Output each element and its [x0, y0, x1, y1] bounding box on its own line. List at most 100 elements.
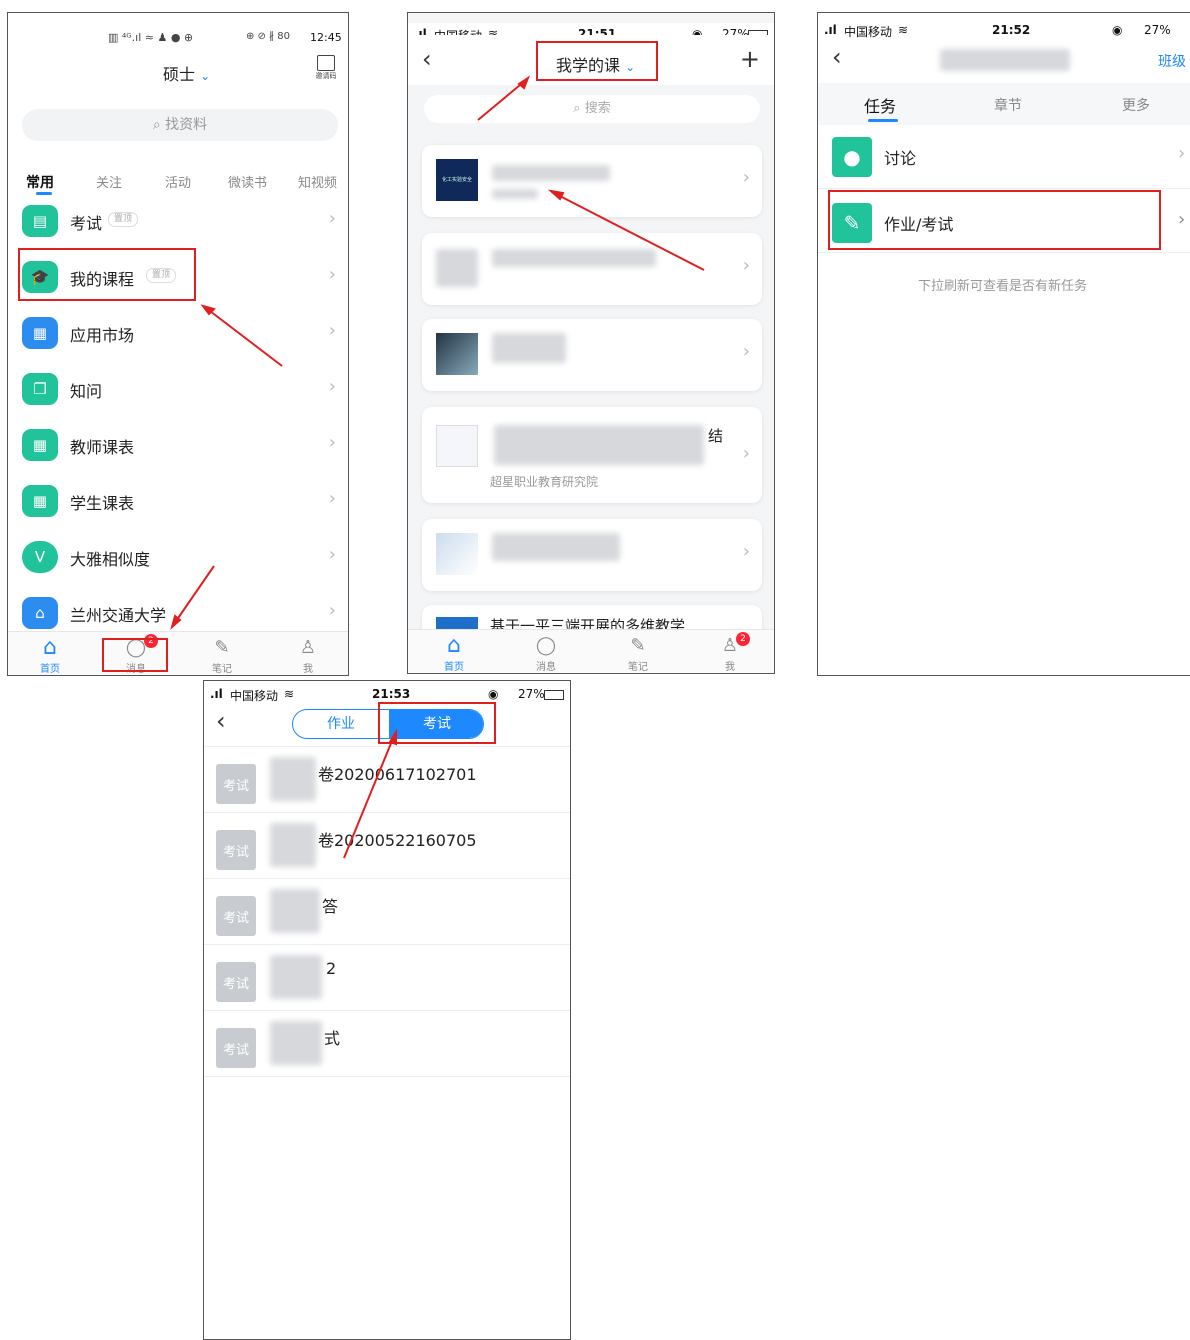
- note-icon: ✎: [214, 636, 230, 658]
- exam-title: 答: [322, 897, 339, 916]
- blurred-exam-name: [270, 823, 316, 867]
- chevron-right-icon: ›: [328, 264, 336, 285]
- battery-percent: 27%: [1144, 23, 1171, 37]
- chevron-right-icon: ›: [328, 544, 336, 565]
- search-placeholder: 搜索: [584, 101, 611, 116]
- tab-home[interactable]: ⌂ 首页: [424, 632, 484, 674]
- similarity-icon: V: [22, 541, 58, 573]
- segment-homework[interactable]: 作业: [293, 710, 389, 738]
- list-item-app-market[interactable]: ▦ 应用市场 ›: [8, 305, 348, 361]
- calendar-icon: ▦: [22, 429, 58, 461]
- list-item-label: 教师课表: [70, 438, 135, 457]
- chevron-right-icon: ›: [742, 443, 750, 464]
- search-icon: ⌕: [152, 117, 161, 133]
- tab-micro-video[interactable]: 知视频: [298, 172, 337, 191]
- person-icon: ♙: [721, 634, 739, 656]
- exam-type-badge: 考试: [216, 764, 256, 804]
- person-icon: ♙: [299, 636, 317, 658]
- tab-label: 笔记: [212, 664, 232, 675]
- tab-chapters[interactable]: 章节: [994, 95, 1022, 115]
- degree-switcher[interactable]: 硕士 ⌄: [163, 61, 210, 85]
- search-input[interactable]: ⌕ 搜索: [424, 95, 760, 123]
- exam-row[interactable]: 考试 答: [204, 879, 570, 945]
- tab-me[interactable]: ♙ 我: [278, 634, 338, 676]
- course-title-fragment: 结: [708, 427, 724, 445]
- blurred-course-teacher: [492, 189, 538, 199]
- home-icon: ⌂: [43, 634, 57, 660]
- list-item-teacher-timetable[interactable]: ▦ 教师课表 ›: [8, 417, 348, 473]
- tab-me[interactable]: ♙ 我 2: [700, 632, 760, 673]
- carrier-name: 中国移动: [230, 689, 279, 703]
- list-item-label: 大雅相似度: [70, 550, 151, 569]
- list-item-label: 知问: [70, 382, 103, 401]
- blurred-course-title: [492, 249, 656, 267]
- back-button[interactable]: ‹: [422, 45, 432, 73]
- exam-type-badge: 考试: [216, 1028, 256, 1068]
- class-link[interactable]: 班级: [1158, 51, 1186, 71]
- course-card[interactable]: 结 超星职业教育研究院 ›: [422, 407, 762, 503]
- exam-type-badge: 考试: [216, 896, 256, 936]
- course-card[interactable]: ›: [422, 233, 762, 305]
- exam-title: 式: [324, 1029, 341, 1048]
- tab-home[interactable]: ⌂ 首页: [20, 634, 80, 676]
- tab-messages[interactable]: ◯ 消息: [516, 632, 576, 674]
- back-button[interactable]: ‹: [216, 707, 226, 735]
- nav-bar: ‹ 班级: [818, 41, 1190, 81]
- thumbnail-text: 化工实验安全: [441, 177, 472, 183]
- back-button[interactable]: ‹: [832, 43, 842, 71]
- course-organization: 超星职业教育研究院: [490, 475, 599, 489]
- course-card[interactable]: 化工实验安全 ›: [422, 145, 762, 217]
- exam-row[interactable]: 考试 式: [204, 1011, 570, 1077]
- task-item-discussion[interactable]: ● 讨论 ›: [818, 125, 1190, 189]
- search-icon: ⌕: [573, 101, 581, 116]
- tab-label: 消息: [536, 662, 556, 673]
- list-item-exam[interactable]: ▤ 考试 置顶 ›: [8, 193, 348, 249]
- course-thumbnail: 化工实验安全: [436, 159, 478, 201]
- tab-common[interactable]: 常用: [26, 172, 54, 192]
- list-item-zhiwen[interactable]: ❐ 知问 ›: [8, 361, 348, 417]
- signal-icon: .ıl: [210, 687, 223, 701]
- blurred-exam-name: [270, 955, 322, 999]
- tab-notes[interactable]: ✎ 笔记: [192, 634, 252, 676]
- list-item-label: 兰州交通大学: [70, 606, 167, 625]
- course-card[interactable]: ›: [422, 319, 762, 391]
- alarm-icon: ◉: [488, 687, 499, 701]
- chevron-right-icon: ›: [742, 541, 750, 562]
- scan-button[interactable]: 邀请码: [312, 55, 340, 81]
- exam-row[interactable]: 考试 2: [204, 945, 570, 1011]
- course-thumbnail: [436, 425, 478, 467]
- battery-percent: 27%: [518, 687, 545, 701]
- chevron-right-icon: ›: [328, 488, 336, 509]
- list-item-student-timetable[interactable]: ▦ 学生课表 ›: [8, 473, 348, 529]
- add-icon[interactable]: +: [740, 45, 760, 73]
- course-card[interactable]: ›: [422, 519, 762, 591]
- chat-bubble-icon: ◯: [535, 634, 557, 656]
- bottom-tab-bar: ⌂ 首页 ◯ 消息 2 ✎ 笔记 ♙ 我: [8, 631, 348, 675]
- blurred-exam-name: [270, 1021, 322, 1065]
- calendar-icon: ▦: [22, 485, 58, 517]
- tab-more[interactable]: 更多: [1122, 95, 1150, 115]
- status-time: 21:52: [992, 23, 1031, 37]
- page-title: 硕士: [163, 65, 196, 84]
- chevron-right-icon: ›: [328, 320, 336, 341]
- status-icons-right: ⊕ ⊘ ∦ 80: [246, 31, 291, 42]
- list-item-daya-similarity[interactable]: V 大雅相似度 ›: [8, 529, 348, 585]
- exam-row[interactable]: 考试 卷20200617102701: [204, 747, 570, 813]
- phone-screenshot-course-tasks: .ıl 中国移动 ≋ 21:52 ◉ 27% ‹ 班级 任务 章节 更多 ● 讨…: [817, 12, 1190, 676]
- header: 硕士 ⌄ 邀请码: [8, 55, 348, 89]
- exam-title: 2: [326, 959, 337, 978]
- alarm-icon: ◉: [1112, 23, 1123, 37]
- tab-follow[interactable]: 关注: [96, 172, 122, 191]
- tab-notes[interactable]: ✎ 笔记: [608, 632, 668, 674]
- blurred-exam-name: [270, 889, 320, 933]
- exam-title: 卷20200617102701: [318, 765, 477, 784]
- blurred-course-title: [492, 333, 566, 363]
- exam-row[interactable]: 考试 卷20200522160705: [204, 813, 570, 879]
- phone-screenshot-exams: .ıl 中国移动 ≋ 21:53 ◉ 27% ‹ 作业 考试 考试 卷20200…: [203, 680, 571, 1340]
- tab-tasks[interactable]: 任务: [864, 93, 896, 117]
- tab-micro-reading[interactable]: 微读书: [228, 172, 267, 191]
- scan-icon: [317, 55, 335, 71]
- search-input[interactable]: ⌕ 找资料: [22, 109, 338, 141]
- tab-activity[interactable]: 活动: [165, 172, 191, 191]
- status-bar: .ıl 中国移动 ≋ 21:52 ◉ 27%: [818, 19, 1190, 41]
